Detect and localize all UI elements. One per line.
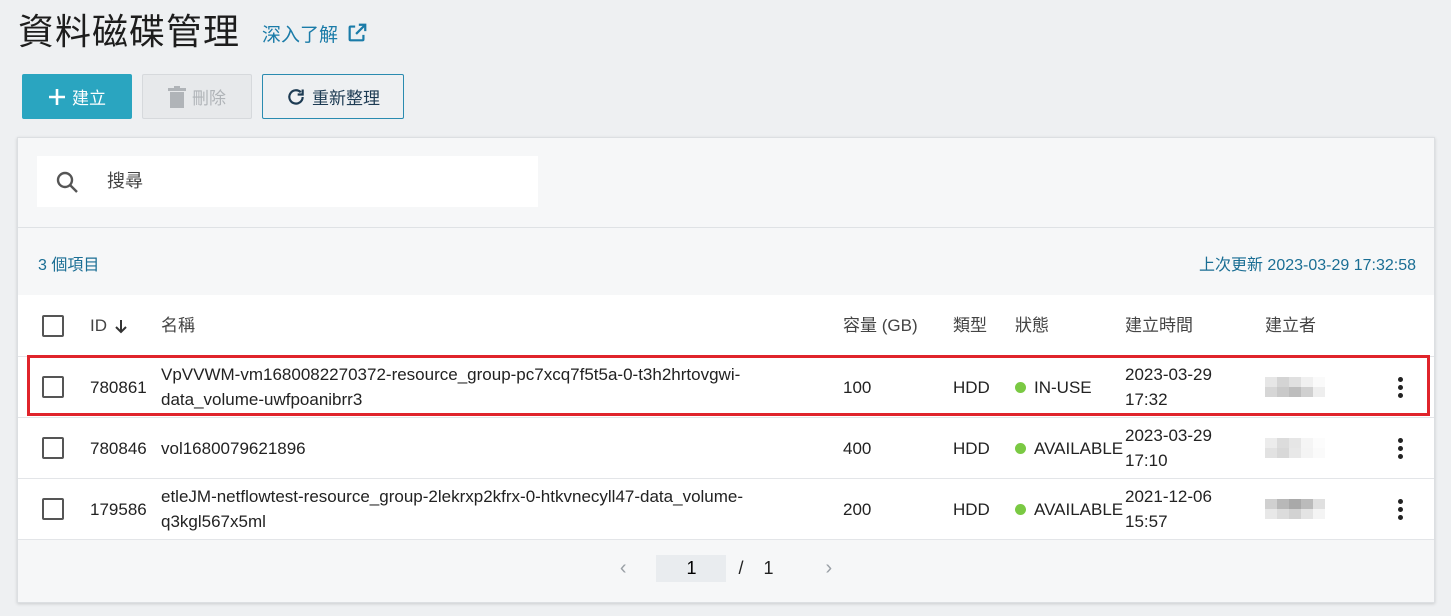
more-vertical-icon [1397, 376, 1403, 398]
volume-name[interactable]: etleJM-netflowtest-resource_group-2lekrx… [161, 479, 811, 539]
learn-more-label: 深入了解 [262, 24, 339, 46]
column-header-size[interactable]: 容量 (GB) [843, 295, 918, 356]
more-vertical-icon [1397, 437, 1403, 459]
column-header-id[interactable]: ID [90, 295, 129, 356]
page-title: 資料磁碟管理 [18, 11, 241, 52]
redacted-creator [1265, 438, 1325, 458]
row-checkbox[interactable] [42, 437, 64, 459]
delete-button[interactable]: 刪除 [142, 74, 252, 119]
redacted-creator [1265, 377, 1325, 397]
create-button-label: 建立 [72, 89, 106, 108]
column-header-created[interactable]: 建立時間 [1125, 295, 1193, 356]
column-header-id-label: ID [90, 316, 107, 335]
item-count: 3 個項目 [38, 257, 100, 274]
trash-icon [168, 85, 186, 108]
plus-icon [49, 88, 65, 105]
more-vertical-icon [1397, 498, 1403, 520]
row-checkbox[interactable] [42, 376, 64, 398]
volume-id: 780861 [90, 377, 147, 397]
volume-id: 780846 [90, 438, 147, 458]
delete-button-label: 刪除 [192, 89, 226, 108]
created-date: 2021-12-06 [1125, 487, 1212, 506]
volume-list-panel: 3 個項目 上次更新 2023-03-29 17:32:58 ID 名稱 容量 … [17, 137, 1435, 603]
status-badge: IN-USE [1015, 357, 1092, 417]
learn-more-link[interactable]: 深入了解 [262, 20, 368, 47]
created-at: 2023-03-29 17:10 [1125, 418, 1212, 478]
prev-page-icon[interactable]: ‹ [620, 557, 627, 580]
volume-name[interactable]: vol1680079621896 [161, 418, 811, 478]
refresh-icon [288, 88, 304, 105]
arrow-down-icon [115, 319, 127, 333]
table-row[interactable]: 780846 vol1680079621896 400 HDD AVAILABL… [18, 418, 1434, 479]
row-checkbox[interactable] [42, 498, 64, 520]
column-header-status[interactable]: 狀態 [1015, 295, 1049, 356]
next-page-icon[interactable]: › [826, 557, 833, 580]
column-header-creator[interactable]: 建立者 [1265, 295, 1316, 356]
status-badge: AVAILABLE [1015, 418, 1123, 478]
select-all-checkbox[interactable] [42, 314, 64, 337]
volume-type: HDD [953, 499, 990, 519]
volume-type: HDD [953, 377, 990, 397]
search-icon [56, 171, 78, 193]
row-actions-menu[interactable] [1390, 418, 1410, 478]
status-label: AVAILABLE [1034, 438, 1124, 458]
external-link-icon [348, 23, 367, 42]
status-badge: AVAILABLE [1015, 479, 1123, 539]
toolbar: 建立 刪除 重新整理 [22, 74, 404, 119]
column-header-name[interactable]: 名稱 [161, 295, 811, 356]
status-dot-icon [1015, 442, 1026, 454]
status-label: AVAILABLE [1034, 499, 1124, 519]
status-dot-icon [1015, 503, 1026, 515]
created-date: 2023-03-29 [1125, 365, 1212, 384]
created-time: 15:57 [1125, 512, 1168, 531]
volume-size: 100 [843, 377, 872, 397]
create-button[interactable]: 建立 [22, 74, 132, 119]
divider [18, 227, 1434, 228]
table-row[interactable]: 179586 etleJM-netflowtest-resource_group… [18, 479, 1434, 540]
column-header-type[interactable]: 類型 [953, 295, 987, 356]
page-separator: / [738, 558, 744, 578]
row-actions-menu[interactable] [1390, 479, 1410, 539]
refresh-button-label: 重新整理 [312, 89, 380, 108]
created-date: 2023-03-29 [1125, 426, 1212, 445]
created-at: 2021-12-06 15:57 [1125, 479, 1212, 539]
volume-type: HDD [953, 438, 990, 458]
creator-avatar-redacted [1265, 418, 1325, 478]
creator-avatar-redacted [1265, 357, 1325, 417]
table-row[interactable]: 780861 VpVVWM-vm1680082270372-resource_g… [18, 357, 1434, 418]
volume-size: 200 [843, 499, 872, 519]
volume-id: 179586 [90, 499, 147, 519]
table-header: ID 名稱 容量 (GB) 類型 狀態 建立時間 建立者 [18, 295, 1434, 357]
status-dot-icon [1015, 381, 1026, 393]
row-actions-menu[interactable] [1390, 357, 1410, 417]
volume-name[interactable]: VpVVWM-vm1680082270372-resource_group-pc… [161, 357, 811, 417]
last-updated: 上次更新 2023-03-29 17:32:58 [1198, 257, 1416, 274]
pagination: ‹ / 1 › [18, 535, 1434, 602]
volume-table: ID 名稱 容量 (GB) 類型 狀態 建立時間 建立者 780861 VpVV… [18, 295, 1434, 540]
refresh-button[interactable]: 重新整理 [262, 74, 404, 119]
status-label: IN-USE [1034, 377, 1092, 397]
total-pages: 1 [763, 558, 774, 578]
search-input[interactable] [107, 171, 487, 192]
created-time: 17:32 [1125, 390, 1168, 409]
volume-size: 400 [843, 438, 872, 458]
redacted-creator [1265, 499, 1325, 519]
creator-avatar-redacted [1265, 479, 1325, 539]
created-time: 17:10 [1125, 451, 1168, 470]
created-at: 2023-03-29 17:32 [1125, 357, 1212, 417]
page-number-input[interactable] [656, 555, 727, 582]
page-header: 資料磁碟管理 深入了解 [18, 4, 368, 54]
search-box [37, 156, 538, 207]
